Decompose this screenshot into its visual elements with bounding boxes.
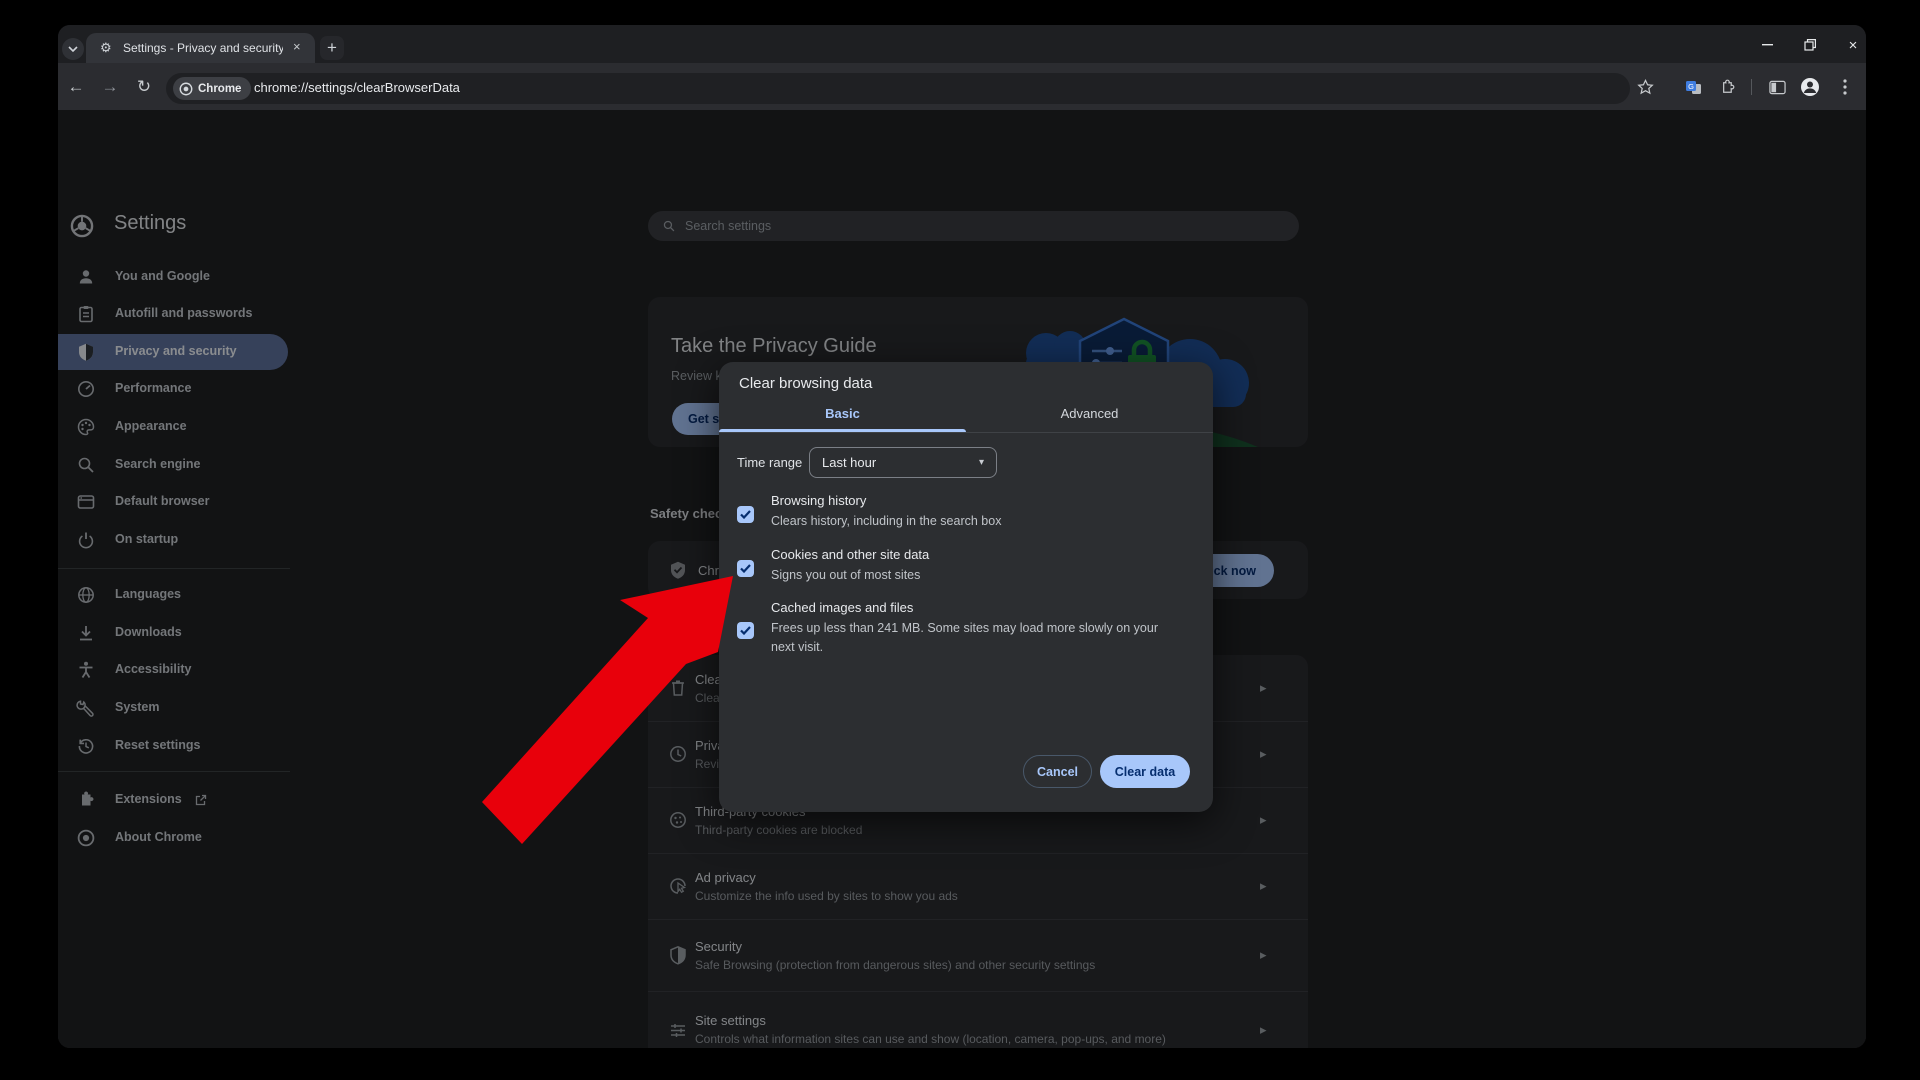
side-panel-button[interactable]: [1762, 72, 1792, 102]
side-panel-icon: [1769, 80, 1786, 95]
dropdown-caret-icon: ▾: [979, 457, 984, 468]
back-button[interactable]: ←: [62, 73, 90, 101]
chrome-url-chip: Chrome: [173, 77, 251, 100]
checkbox-title: Cookies and other site data: [771, 547, 929, 562]
active-tab[interactable]: ⚙ Settings - Privacy and security ×: [86, 33, 315, 63]
minimize-icon: [1762, 44, 1773, 46]
checkbox-subtitle: Clears history, including in the search …: [771, 512, 1179, 531]
browser-menu-button[interactable]: [1830, 72, 1860, 102]
back-arrow-icon: ←: [68, 77, 85, 97]
checkbox-title: Cached images and files: [771, 600, 913, 615]
bookmark-star-icon: [1637, 79, 1654, 96]
extensions-button[interactable]: [1711, 72, 1741, 102]
tab-search-button[interactable]: [62, 38, 84, 60]
browsing-history-checkbox[interactable]: [737, 506, 754, 523]
toolbar-divider: [1751, 79, 1752, 95]
reload-icon: ↻: [137, 77, 151, 97]
profile-button[interactable]: [1795, 72, 1825, 102]
checkbox-subtitle: Frees up less than 241 MB. Some sites ma…: [771, 619, 1179, 658]
checkbox-subtitle: Signs you out of most sites: [771, 566, 1179, 585]
dialog-title: Clear browsing data: [739, 375, 872, 392]
chip-label: Chrome: [198, 83, 241, 95]
forward-arrow-icon: →: [102, 77, 119, 97]
translate-button[interactable]: G: [1678, 72, 1708, 102]
chrome-logo-icon: [179, 82, 193, 96]
checkmark-icon: [740, 510, 751, 519]
checkmark-icon: [740, 564, 751, 573]
reload-button[interactable]: ↻: [130, 73, 158, 101]
tab-advanced[interactable]: Advanced: [966, 406, 1213, 421]
checkbox-title: Browsing history: [771, 493, 866, 508]
tab-basic[interactable]: Basic: [719, 406, 966, 421]
time-range-value: Last hour: [822, 455, 876, 470]
clear-browsing-data-dialog: Clear browsing data Basic Advanced Time …: [719, 362, 1213, 812]
omnibox[interactable]: Chrome chrome://settings/clearBrowserDat…: [166, 73, 1630, 104]
cookies-checkbox[interactable]: [737, 560, 754, 577]
chevron-down-icon: [68, 46, 78, 52]
url-text: chrome://settings/clearBrowserData: [254, 80, 460, 95]
restore-icon: [1804, 39, 1816, 51]
tab-close-icon[interactable]: ×: [293, 39, 301, 54]
tabs-divider: [719, 432, 1213, 433]
cached-images-checkbox[interactable]: [737, 622, 754, 639]
translate-icon: G: [1685, 79, 1702, 96]
new-tab-button[interactable]: +: [320, 36, 344, 60]
screenshot-stage: ⚙ Settings - Privacy and security × + × …: [0, 0, 1920, 1080]
bookmark-button[interactable]: [1630, 72, 1660, 102]
checkmark-icon: [740, 626, 751, 635]
forward-button[interactable]: →: [96, 73, 124, 101]
browser-window: ⚙ Settings - Privacy and security × + × …: [58, 25, 1866, 1048]
clear-data-button[interactable]: Clear data: [1100, 755, 1190, 788]
settings-gear-favicon-icon: ⚙: [100, 40, 112, 56]
tab-strip: ⚙ Settings - Privacy and security × + ×: [58, 25, 1866, 63]
plus-icon: +: [327, 38, 337, 58]
cancel-button[interactable]: Cancel: [1023, 755, 1092, 788]
window-minimize-button[interactable]: [1750, 35, 1784, 55]
time-range-select[interactable]: Last hour ▾: [809, 447, 997, 478]
extensions-puzzle-icon: [1718, 79, 1735, 96]
profile-avatar-icon: [1800, 77, 1820, 97]
time-range-label: Time range: [737, 455, 802, 470]
tab-title: Settings - Privacy and security: [123, 41, 283, 55]
close-icon: ×: [1849, 37, 1858, 54]
window-restore-button[interactable]: [1793, 35, 1827, 55]
svg-text:G: G: [1688, 82, 1694, 91]
window-close-button[interactable]: ×: [1836, 35, 1866, 55]
kebab-menu-icon: [1843, 79, 1847, 95]
